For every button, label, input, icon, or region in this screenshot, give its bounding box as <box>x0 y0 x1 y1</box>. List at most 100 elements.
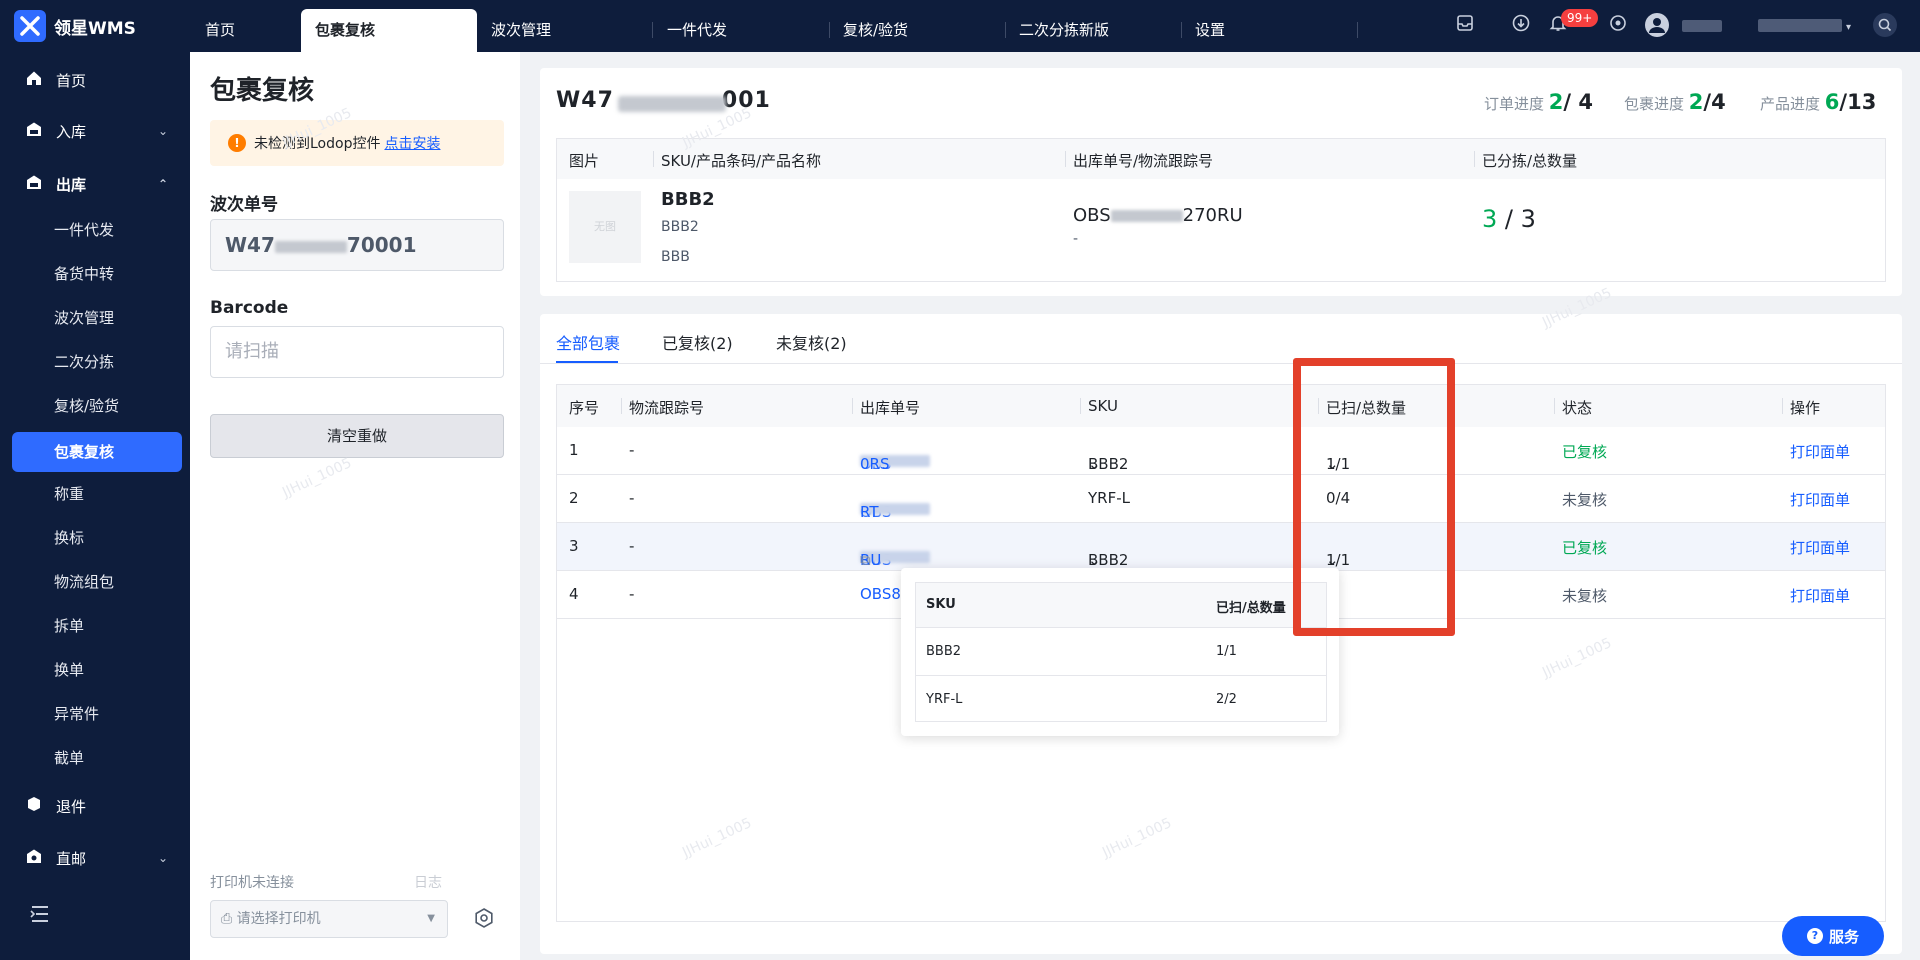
print-label-link[interactable]: 打印面单 <box>1790 585 1850 606</box>
target-icon[interactable] <box>1609 14 1627 38</box>
barcode-input[interactable]: 请扫描 <box>210 326 504 378</box>
print-label-link[interactable]: 打印面单 <box>1790 489 1850 510</box>
sidebar-item-exceptions[interactable]: 异常件 <box>54 696 99 732</box>
customer-service-button[interactable]: ? 服务 <box>1782 916 1884 956</box>
product-image-placeholder: 无图 <box>569 191 641 263</box>
nav-tab-secondary-sorting[interactable]: 二次分拣新版 <box>1019 9 1109 52</box>
avatar[interactable] <box>1645 13 1669 43</box>
sidebar-item-label: 出库 <box>56 175 87 194</box>
sidebar-item-package-review[interactable]: 包裹复核 <box>54 434 114 470</box>
sidebar-item-intercept[interactable]: 截单 <box>54 740 84 776</box>
column-separator <box>653 151 654 167</box>
table-row[interactable]: 3 - OBSRU ⧉ BBB2 ⌄ 1/1 ⌄ 已复核 打印面单 <box>557 523 1885 571</box>
row-tracking: - <box>629 585 635 603</box>
tracking-number: - <box>1073 231 1079 247</box>
outbound-number: OBS 270RU <box>1073 205 1243 226</box>
sidebar-item-wave-management[interactable]: 波次管理 <box>54 300 114 336</box>
sidebar-item-returns[interactable]: 退件 <box>0 788 190 824</box>
search-icon[interactable] <box>1873 13 1897 43</box>
print-label-link[interactable]: 打印面单 <box>1790 537 1850 558</box>
popover-row: YRF-L 2/2 <box>916 675 1326 723</box>
download-icon[interactable] <box>1512 14 1530 38</box>
sidebar-item-split-order[interactable]: 拆单 <box>54 608 84 644</box>
nav-tab-package-review[interactable]: 包裹复核 <box>301 9 477 52</box>
wave-number-field[interactable]: W47 70001 <box>210 219 504 271</box>
wave-suffix: 001 <box>721 88 771 113</box>
column-header: 图片 <box>569 152 600 170</box>
sidebar-item-direct-mail[interactable]: 直邮 ⌄ <box>0 840 190 876</box>
inbound-icon <box>26 121 48 141</box>
sorted-total: / 3 <box>1504 205 1536 233</box>
nav-tab-dropship[interactable]: 一件代发 <box>667 9 727 52</box>
sidebar-item-inbound[interactable]: 入库 ⌄ <box>0 113 190 149</box>
sidebar-item-logistics-packing[interactable]: 物流组包 <box>54 564 114 600</box>
column-header: SKU <box>1088 397 1118 415</box>
gear-icon[interactable] <box>474 908 494 933</box>
row-tracking: - <box>629 489 635 507</box>
print-label-link[interactable]: 打印面单 <box>1790 441 1850 462</box>
sidebar-item-outbound[interactable]: 出库 ⌃ <box>0 166 190 202</box>
sidebar-item-change-order[interactable]: 换单 <box>54 652 84 688</box>
column-header: SKU <box>926 597 956 612</box>
sidebar-item-label: 直邮 <box>56 849 87 868</box>
sidebar: 首页 入库 ⌄ 出库 ⌃ 一件代发 备货中转 波次管理 二次分拣 复核/验货 包… <box>0 52 190 960</box>
product-progress-done: 6 <box>1824 90 1840 114</box>
status-badge: 已复核 <box>1562 539 1608 557</box>
sidebar-item-relabel[interactable]: 换标 <box>54 520 84 556</box>
sidebar-item-stock-transfer[interactable]: 备货中转 <box>54 256 114 292</box>
outbound-icon <box>26 174 48 194</box>
column-header: 出库单号/物流跟踪号 <box>1073 152 1214 170</box>
tab-reviewed[interactable]: 已复核(2) <box>662 330 733 354</box>
nav-tab-review-inspection[interactable]: 复核/验货 <box>843 9 908 52</box>
tab-all-packages[interactable]: 全部包裹 <box>556 330 620 354</box>
warning-icon: ! <box>228 134 246 152</box>
sidebar-item-secondary-sorting[interactable]: 二次分拣 <box>54 344 114 380</box>
sidebar-item-label: 退件 <box>56 797 87 816</box>
printer-icon: ⎙ <box>221 911 233 927</box>
table-row[interactable]: 2 - OBSRT YRF-L 0/4 未复核 打印面单 <box>557 475 1885 523</box>
service-label: 服务 <box>1828 927 1859 946</box>
order-progress-label: 订单进度 <box>1484 95 1545 113</box>
popover-qty: 2/2 <box>1216 692 1237 707</box>
product-progress: 产品进度 6/13 <box>1760 90 1876 114</box>
printer-select[interactable]: ⎙ 请选择打印机 ▼ <box>210 900 448 938</box>
column-separator <box>1554 398 1555 414</box>
inbox-icon[interactable] <box>1456 14 1474 38</box>
sidebar-item-weighing[interactable]: 称重 <box>54 476 84 512</box>
lodop-warning: ! 未检测到Lodop控件 点击安装 <box>210 120 504 166</box>
sidebar-item-dropship[interactable]: 一件代发 <box>54 212 114 248</box>
log-link[interactable]: 日志 <box>414 872 442 892</box>
install-link[interactable]: 点击安装 <box>384 133 440 153</box>
chevron-down-icon[interactable]: ▾ <box>1846 17 1851 39</box>
chevron-down-icon: ▼ <box>427 913 435 924</box>
sidebar-item-review-inspection[interactable]: 复核/验货 <box>54 388 119 424</box>
column-header: 操作 <box>1790 399 1821 417</box>
table-row[interactable]: 1 - OBS0RS BBB2 ⌄ 1/1 ⌄ 已复核 打印面单 <box>557 427 1885 475</box>
clear-reset-button[interactable]: 清空重做 <box>210 414 504 458</box>
nav-tab-settings[interactable]: 设置 <box>1195 9 1225 52</box>
question-icon: ? <box>1806 928 1823 944</box>
row-number: 1 <box>569 441 579 459</box>
sidebar-item-home[interactable]: 首页 <box>0 62 190 98</box>
collapse-menu-icon[interactable] <box>30 904 50 928</box>
nav-separator <box>1005 22 1006 38</box>
redacted-text <box>274 240 347 253</box>
logo[interactable]: 领星WMS <box>14 10 136 42</box>
outbound-suffix: 270RU <box>1182 205 1243 226</box>
warehouse-name-blurred[interactable] <box>1758 19 1842 32</box>
chevron-down-icon: ⌄ <box>157 851 168 865</box>
tab-unreviewed[interactable]: 未复核(2) <box>776 330 847 354</box>
tab-divider <box>540 363 1902 364</box>
sku-quantity-popover: SKU 已扫/总数量 BBB2 1/1 YRF-L 2/2 <box>901 568 1339 736</box>
copy-icon[interactable]: ⧉ <box>860 551 871 569</box>
returns-icon <box>26 796 48 816</box>
user-name-blurred <box>1682 20 1722 32</box>
direct-mail-icon <box>26 848 48 868</box>
row-outbound-link[interactable]: OBS8 <box>860 585 901 603</box>
product-table-header: 图片 SKU/产品条码/产品名称 出库单号/物流跟踪号 已分拣/总数量 <box>557 139 1885 179</box>
row-number: 4 <box>569 585 579 603</box>
nav-tab-wave-management[interactable]: 波次管理 <box>491 9 551 52</box>
scan-panel: 包裹复核 ! 未检测到Lodop控件 点击安装 波次单号 W47 70001 Ba… <box>190 52 520 960</box>
nav-tab-home[interactable]: 首页 <box>205 9 235 52</box>
wave-number-label: 波次单号 <box>210 195 278 215</box>
